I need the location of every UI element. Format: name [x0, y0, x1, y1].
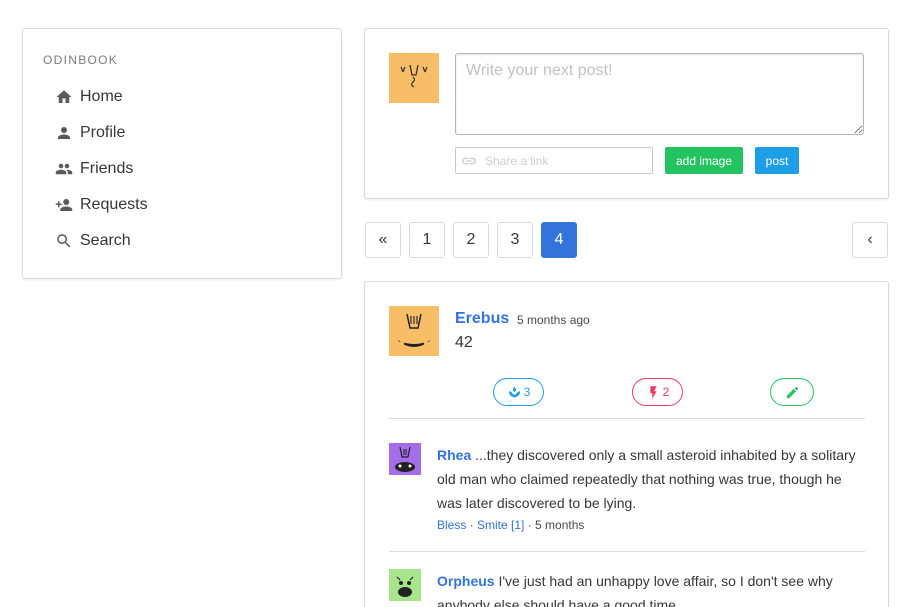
bless-count: 3 — [523, 385, 531, 399]
comment-author-link[interactable]: Orpheus — [437, 573, 495, 589]
sidebar-item-home[interactable]: Home — [55, 83, 123, 111]
smite-count: 2 — [662, 385, 670, 399]
page-4-button[interactable]: 4 — [541, 222, 577, 258]
search-icon — [57, 234, 71, 248]
post-composer: add image post — [364, 28, 889, 199]
comment-meta: Bless · Smite [1] · 5 months — [437, 518, 585, 532]
post-button[interactable]: post — [755, 147, 799, 174]
post-textarea[interactable] — [455, 53, 864, 135]
lightning-icon — [650, 385, 657, 399]
commenter-avatar — [389, 443, 421, 475]
home-icon — [56, 90, 72, 103]
link-icon — [462, 157, 476, 164]
comment-body: ...they discovered only a small asteroid… — [437, 447, 856, 511]
person-icon — [58, 127, 70, 139]
divider — [389, 551, 865, 552]
add-image-button[interactable]: add image — [665, 147, 743, 174]
pencil-icon — [786, 386, 798, 398]
sidebar-item-label: Profile — [80, 124, 126, 141]
people-icon — [55, 163, 73, 175]
edit-button[interactable] — [770, 378, 814, 406]
post-card: Erebus 5 months ago 42 3 2 Rhea ...they … — [364, 281, 889, 607]
bless-icon — [508, 385, 520, 397]
share-link-input[interactable] — [485, 153, 645, 168]
sidebar-item-profile[interactable]: Profile — [55, 119, 125, 147]
sidebar-item-label: Search — [80, 232, 131, 249]
pagination-prev[interactable]: ‹ — [852, 222, 888, 258]
smite-button[interactable]: 2 — [632, 378, 683, 406]
comment-smite-link[interactable]: Smite [1] — [477, 518, 524, 532]
sidebar-item-search[interactable]: Search — [55, 227, 131, 255]
page-1-button[interactable]: 1 — [409, 222, 445, 258]
comment-bless-link[interactable]: Bless — [437, 518, 466, 532]
share-link-field[interactable] — [455, 147, 653, 174]
person-add-icon — [55, 199, 73, 211]
post-time: 5 months ago — [517, 313, 590, 327]
comment-author-link[interactable]: Rhea — [437, 447, 471, 463]
sidebar-item-label: Requests — [80, 196, 148, 213]
divider — [389, 418, 865, 419]
comment-item: Orpheus I've just had an unhappy love af… — [389, 569, 865, 607]
bless-button[interactable]: 3 — [493, 378, 544, 406]
user-avatar — [389, 53, 439, 103]
page-3-button[interactable]: 3 — [497, 222, 533, 258]
page-2-button[interactable]: 2 — [453, 222, 489, 258]
sidebar: ODINBOOK Home Profile Friends Requests S… — [22, 28, 342, 279]
commenter-avatar — [389, 569, 421, 601]
sidebar-item-friends[interactable]: Friends — [55, 155, 133, 183]
comment-text: Orpheus I've just had an unhappy love af… — [437, 569, 865, 607]
comment-text: Rhea ...they discovered only a small ast… — [437, 443, 865, 515]
sidebar-item-label: Home — [80, 88, 123, 105]
post-body: 42 — [455, 334, 473, 351]
sidebar-item-label: Friends — [80, 160, 134, 177]
brand-label: ODINBOOK — [43, 53, 119, 67]
comment-body: I've just had an unhappy love affair, so… — [437, 573, 833, 607]
sidebar-item-requests[interactable]: Requests — [55, 191, 148, 219]
comment-item: Rhea ...they discovered only a small ast… — [389, 443, 865, 533]
author-avatar — [389, 306, 439, 356]
pagination-first[interactable]: « — [365, 222, 401, 258]
post-author-link[interactable]: Erebus — [455, 310, 509, 328]
comment-time: 5 months — [535, 518, 585, 532]
